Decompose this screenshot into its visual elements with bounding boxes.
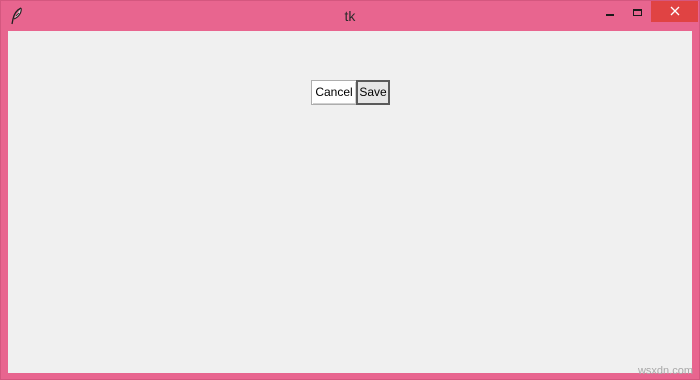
minimize-icon — [606, 14, 614, 16]
maximize-icon — [632, 8, 642, 16]
watermark: wsxdn.com — [637, 365, 693, 377]
cancel-button[interactable]: Cancel — [311, 80, 357, 105]
save-button[interactable]: Save — [356, 80, 390, 105]
title-bar[interactable]: tk — [1, 1, 699, 31]
close-icon — [670, 3, 680, 21]
feather-icon[interactable] — [10, 7, 24, 25]
minimize-button[interactable] — [595, 1, 625, 23]
app-window: tk Cancel Save wsxdn.com — [0, 0, 700, 380]
maximize-button[interactable] — [623, 1, 651, 23]
window-client-area: Cancel Save — [8, 31, 692, 373]
close-button[interactable] — [651, 1, 698, 22]
